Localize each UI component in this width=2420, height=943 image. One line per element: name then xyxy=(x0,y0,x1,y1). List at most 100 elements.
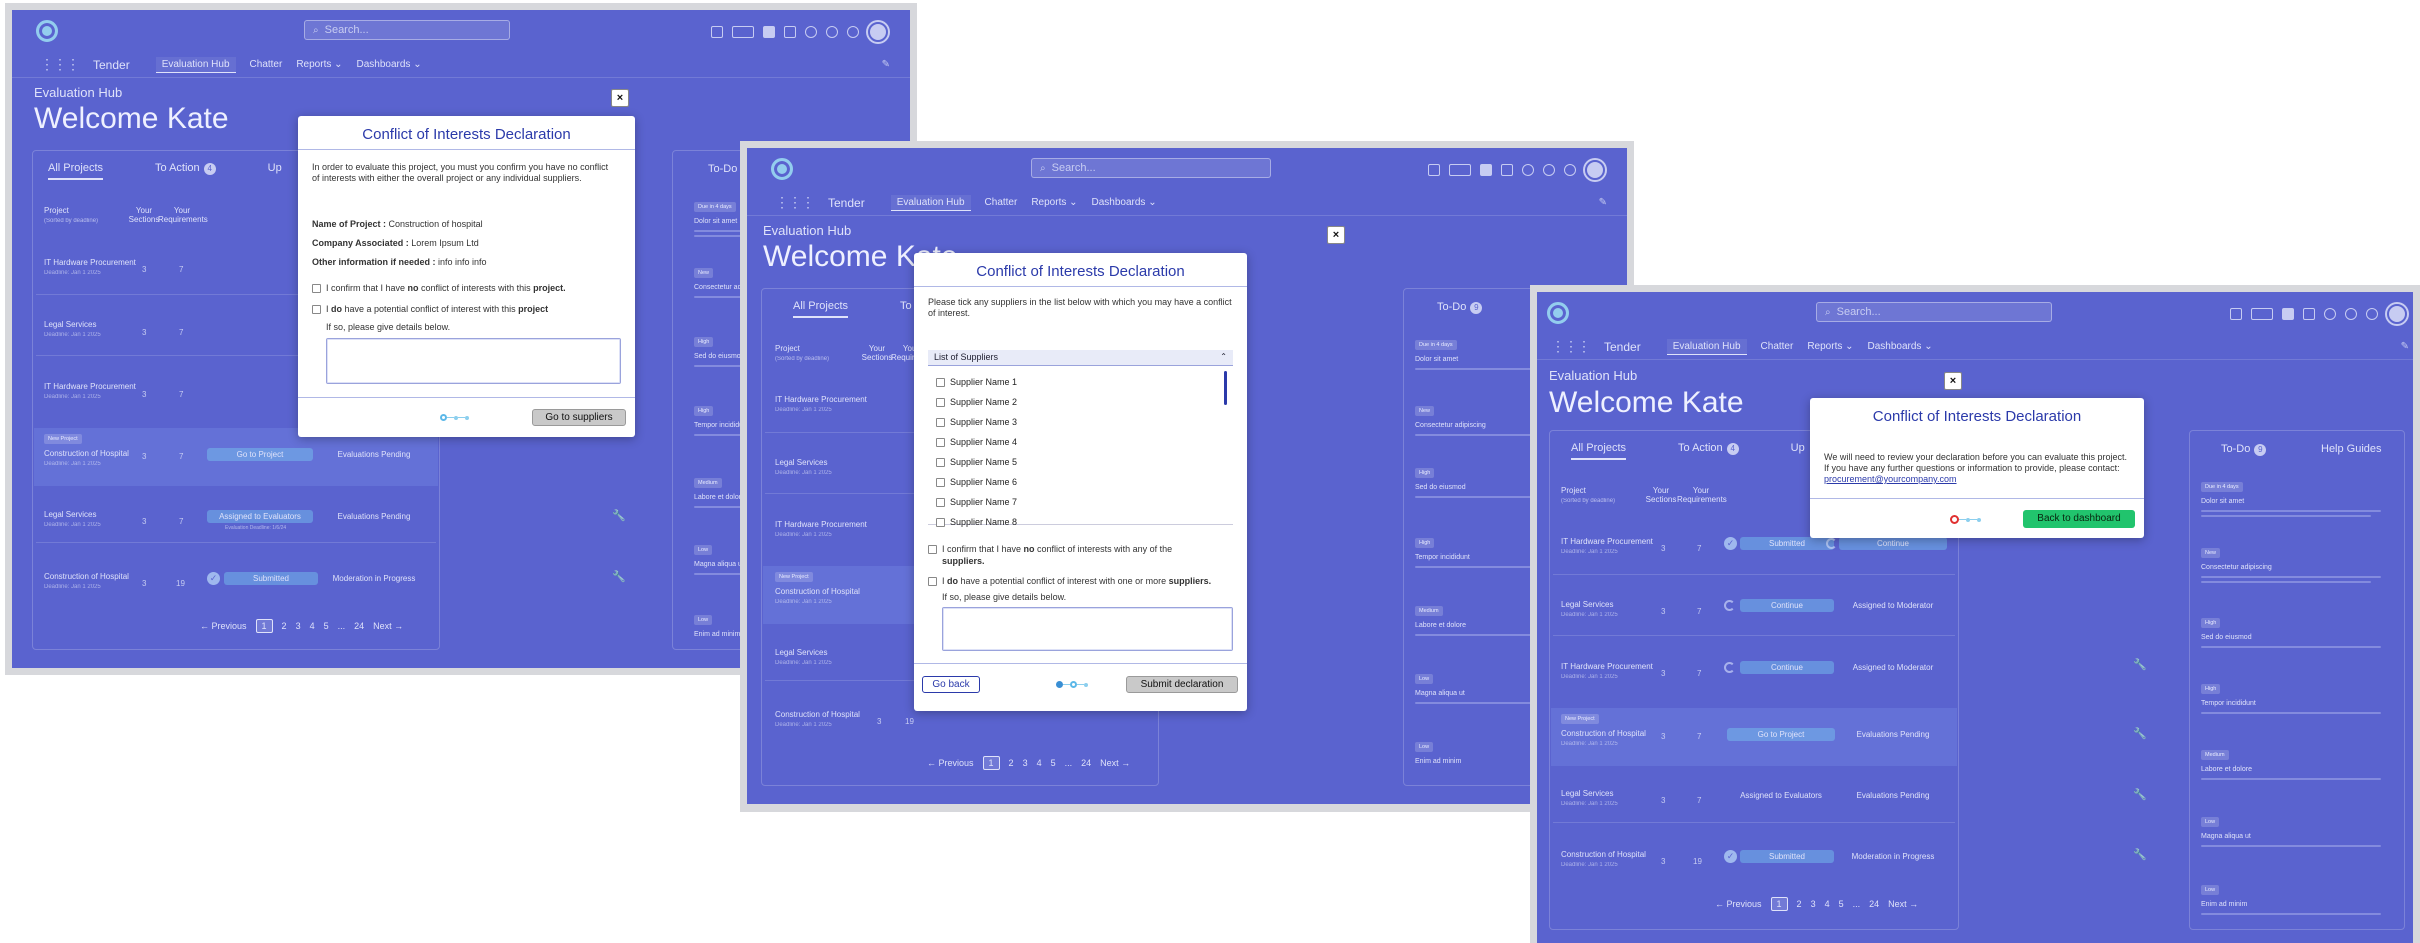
gear-icon[interactable] xyxy=(1543,164,1555,176)
help-icon[interactable] xyxy=(805,26,817,38)
toggle-icon[interactable] xyxy=(2251,308,2273,320)
wrench-icon[interactable]: 🔧 xyxy=(2133,727,2147,740)
table-row[interactable]: Legal Services Deadline: Jan 1 2025 xyxy=(1561,600,1618,620)
help-icon[interactable] xyxy=(2324,308,2336,320)
page-5[interactable]: 5 xyxy=(1051,758,1056,768)
wrench-icon[interactable]: 🔧 xyxy=(2133,658,2147,671)
no-conflict-checkbox[interactable]: I confirm that I have no conflict of int… xyxy=(928,543,1228,567)
wrench-icon[interactable]: 🔧 xyxy=(612,509,626,522)
continue-button[interactable]: Continue xyxy=(1740,661,1834,674)
table-row[interactable]: IT Hardware Procurement Deadline: Jan 1 2… xyxy=(44,258,136,278)
todo-item-title[interactable]: Magna aliqua ut xyxy=(2201,833,2251,840)
page-24[interactable]: 24 xyxy=(1869,899,1879,909)
table-row[interactable]: Legal Services Deadline: Jan 1 2025 xyxy=(1561,789,1618,809)
supplier-list-header[interactable]: List of Suppliers ⌃ xyxy=(928,350,1233,366)
checkbox[interactable] xyxy=(312,305,321,315)
next-page[interactable]: Next → xyxy=(373,621,403,631)
nav-chatter[interactable]: Chatter xyxy=(1761,341,1794,352)
table-row[interactable]: IT Hardware Procurement Deadline: Jan 1 2… xyxy=(775,520,867,540)
todo-item-title[interactable]: Tempor incididunt xyxy=(1415,554,1470,561)
supplier-checkbox[interactable]: Supplier Name 2 xyxy=(936,397,1017,408)
toggle-icon[interactable] xyxy=(732,26,754,38)
submit-declaration-button[interactable]: Submit declaration xyxy=(1126,676,1238,693)
continue-button[interactable]: Continue xyxy=(1740,599,1834,612)
table-row[interactable]: Construction of Hospital Deadline: Jan 1 … xyxy=(44,449,129,469)
tab-upcoming[interactable]: Up xyxy=(268,162,282,180)
todo-item-title[interactable]: Dolor sit amet xyxy=(694,218,737,225)
edit-icon[interactable]: ✎ xyxy=(1599,197,1607,208)
avatar[interactable] xyxy=(1585,160,1605,180)
todo-item-title[interactable]: Enim ad minim xyxy=(2201,901,2247,908)
checkbox[interactable] xyxy=(928,577,937,587)
page-5[interactable]: 5 xyxy=(324,621,329,631)
todo-item-title[interactable]: Labore et dolore xyxy=(1415,622,1466,629)
details-textarea[interactable] xyxy=(942,607,1233,651)
page-5[interactable]: 5 xyxy=(1839,899,1844,909)
continue-button[interactable]: Continue xyxy=(1839,537,1947,550)
add-icon[interactable] xyxy=(763,26,775,38)
has-conflict-checkbox[interactable]: I do have a potential conflict of intere… xyxy=(312,304,548,315)
nav-evaluation-hub[interactable]: Evaluation Hub xyxy=(890,194,971,211)
table-row[interactable]: Construction of Hospital Deadline: Jan 1 … xyxy=(775,587,860,607)
nav-reports[interactable]: Reports ⌄ xyxy=(1031,197,1077,208)
wrench-icon[interactable]: 🔧 xyxy=(2133,848,2147,861)
todo-item-title[interactable]: Enim ad minim xyxy=(694,631,740,638)
page-4[interactable]: 4 xyxy=(1037,758,1042,768)
collapse-icon[interactable]: ⌃ xyxy=(1220,350,1227,364)
nav-dashboards[interactable]: Dashboards ⌄ xyxy=(357,59,422,70)
go-to-project-button[interactable]: Go to Project xyxy=(207,448,313,461)
back-to-dashboard-button[interactable]: Back to dashboard xyxy=(2023,510,2135,528)
calendar-icon[interactable] xyxy=(2230,308,2242,320)
table-row[interactable]: Legal Services Deadline: Jan 1 2025 xyxy=(44,320,101,340)
table-row[interactable]: Construction of Hospital Deadline: Jan 1 … xyxy=(1561,729,1646,749)
close-button[interactable]: × xyxy=(1944,372,1962,390)
wrench-icon[interactable]: 🔧 xyxy=(612,570,626,583)
supplier-checkbox[interactable]: Supplier Name 4 xyxy=(936,437,1017,448)
gear-icon[interactable] xyxy=(2345,308,2357,320)
page-4[interactable]: 4 xyxy=(310,621,315,631)
table-row[interactable]: IT Hardware Procurement Deadline: Jan 1 2… xyxy=(775,395,867,415)
todo-item-title[interactable]: Enim ad minim xyxy=(1415,758,1461,765)
table-row[interactable]: IT Hardware Procurement Deadline: Jan 1 2… xyxy=(44,382,136,402)
nav-chatter[interactable]: Chatter xyxy=(250,59,283,70)
nav-reports[interactable]: Reports ⌄ xyxy=(296,59,342,70)
details-textarea[interactable] xyxy=(326,338,621,384)
go-to-suppliers-button[interactable]: Go to suppliers xyxy=(532,409,626,426)
page-3[interactable]: 3 xyxy=(1023,758,1028,768)
app-launcher-icon[interactable]: ⋮⋮⋮ xyxy=(1551,338,1591,355)
close-button[interactable]: × xyxy=(1327,226,1345,244)
previous-page[interactable]: ← Previous xyxy=(927,758,974,768)
has-conflict-checkbox[interactable]: I do have a potential conflict of intere… xyxy=(928,576,1211,587)
inbox-icon[interactable] xyxy=(1501,164,1513,176)
page-4[interactable]: 4 xyxy=(1825,899,1830,909)
page-2[interactable]: 2 xyxy=(1797,899,1802,909)
wrench-icon[interactable]: 🔧 xyxy=(2133,788,2147,801)
search-input[interactable]: ⌕ Search... xyxy=(304,20,510,40)
avatar[interactable] xyxy=(868,22,888,42)
nav-dashboards[interactable]: Dashboards ⌄ xyxy=(1868,341,1933,352)
page-1[interactable]: 1 xyxy=(255,619,273,633)
previous-page[interactable]: ← Previous xyxy=(1715,899,1762,909)
search-input[interactable]: ⌕ Search... xyxy=(1816,302,2052,322)
todo-item-title[interactable]: Sed do eiusmod xyxy=(2201,634,2252,641)
app-launcher-icon[interactable]: ⋮⋮⋮ xyxy=(775,194,815,211)
avatar[interactable] xyxy=(2387,304,2407,324)
go-back-button[interactable]: Go back xyxy=(922,676,980,693)
table-row[interactable]: Legal Services Deadline: Jan 1 2025 xyxy=(775,648,832,668)
table-row[interactable]: Construction of Hospital Deadline: Jan 1 … xyxy=(775,710,860,730)
todo-item-title[interactable]: Dolor sit amet xyxy=(2201,498,2244,505)
app-launcher-icon[interactable]: ⋮⋮⋮ xyxy=(40,56,80,73)
nav-dashboards[interactable]: Dashboards ⌄ xyxy=(1092,197,1157,208)
bell-icon[interactable] xyxy=(2366,308,2378,320)
supplier-checkbox[interactable]: Supplier Name 3 xyxy=(936,417,1017,428)
edit-icon[interactable]: ✎ xyxy=(882,59,890,70)
nav-reports[interactable]: Reports ⌄ xyxy=(1807,341,1853,352)
table-row[interactable]: Legal Services Deadline: Jan 1 2025 xyxy=(775,458,832,478)
page-24[interactable]: 24 xyxy=(1081,758,1091,768)
supplier-checkbox[interactable]: Supplier Name 6 xyxy=(936,477,1017,488)
calendar-icon[interactable] xyxy=(1428,164,1440,176)
supplier-checkbox[interactable]: Supplier Name 8 xyxy=(936,517,1017,528)
page-3[interactable]: 3 xyxy=(1811,899,1816,909)
next-page[interactable]: Next → xyxy=(1100,758,1130,768)
supplier-checkbox[interactable]: Supplier Name 1 xyxy=(936,377,1017,388)
